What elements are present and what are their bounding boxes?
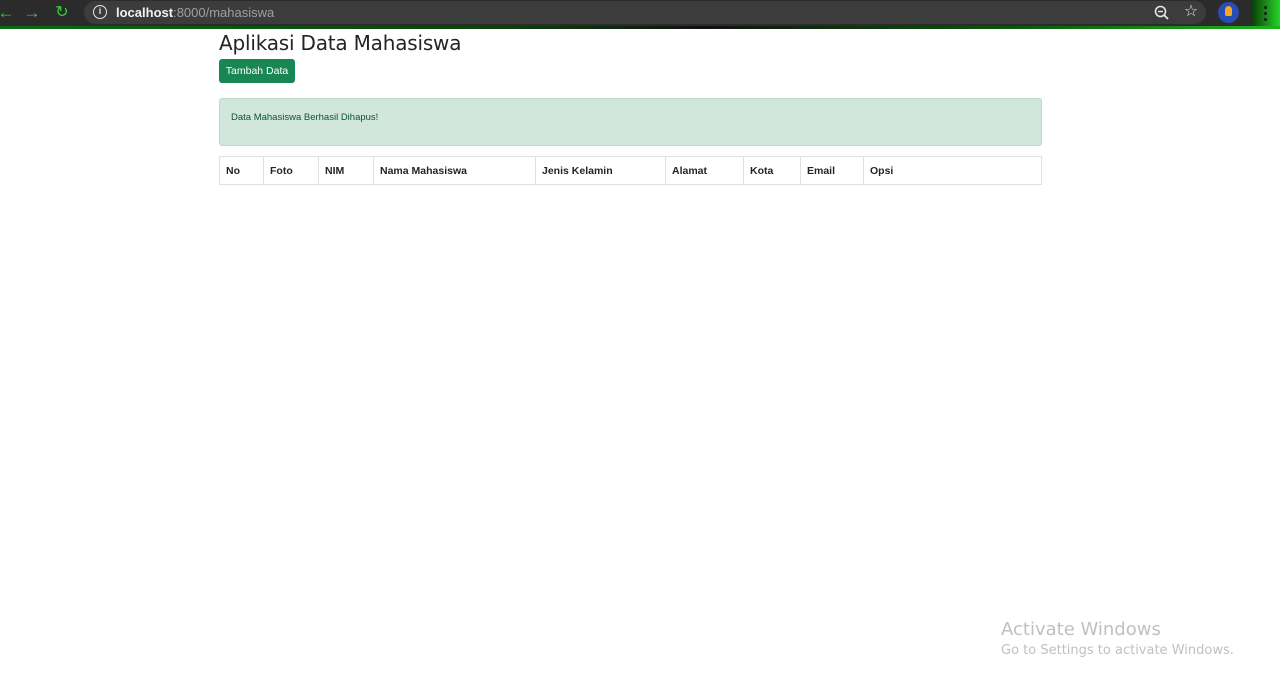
alert-message: Data Mahasiswa Berhasil Dihapus! [231, 112, 379, 123]
column-header-email: Email [800, 156, 864, 185]
windows-activation-watermark: Activate Windows Go to Settings to activ… [1001, 619, 1234, 658]
column-header-nim: NIM [318, 156, 374, 185]
student-table: No Foto NIM Nama Mahasiswa Jenis Kelamin… [219, 156, 1042, 185]
watermark-subtitle: Go to Settings to activate Windows. [1001, 643, 1234, 658]
column-header-nama-mahasiswa: Nama Mahasiswa [373, 156, 536, 185]
profile-avatar[interactable] [1218, 2, 1239, 23]
page-title: Aplikasi Data Mahasiswa [219, 31, 462, 55]
zoom-out-icon[interactable] [1152, 3, 1172, 23]
forward-arrow-icon[interactable]: → [22, 3, 42, 23]
add-data-button[interactable]: Tambah Data [219, 59, 295, 83]
column-header-jenis-kelamin: Jenis Kelamin [535, 156, 666, 185]
url-host: localhost [116, 5, 174, 20]
browser-toolbar: ← → ↻ i localhost:8000/mahasiswa ☆ [0, 0, 1280, 29]
menu-icon[interactable] [1252, 0, 1280, 29]
column-header-alamat: Alamat [665, 156, 744, 185]
address-bar[interactable]: i localhost:8000/mahasiswa ☆ [84, 1, 1206, 24]
bookmark-star-icon[interactable]: ☆ [1181, 2, 1201, 22]
success-alert: Data Mahasiswa Berhasil Dihapus! [219, 98, 1042, 146]
column-header-no: No [219, 156, 264, 185]
table-header-row: No Foto NIM Nama Mahasiswa Jenis Kelamin… [219, 156, 1042, 185]
column-header-foto: Foto [263, 156, 319, 185]
toolbar-divider [0, 26, 1280, 29]
reload-icon[interactable]: ↻ [52, 3, 72, 23]
info-icon[interactable]: i [93, 5, 107, 19]
back-arrow-icon[interactable]: ← [0, 3, 16, 23]
url-text[interactable]: localhost:8000/mahasiswa [116, 5, 274, 20]
column-header-opsi: Opsi [863, 156, 1042, 185]
url-path: :8000/mahasiswa [173, 5, 275, 20]
watermark-title: Activate Windows [1001, 619, 1161, 640]
column-header-kota: Kota [743, 156, 801, 185]
